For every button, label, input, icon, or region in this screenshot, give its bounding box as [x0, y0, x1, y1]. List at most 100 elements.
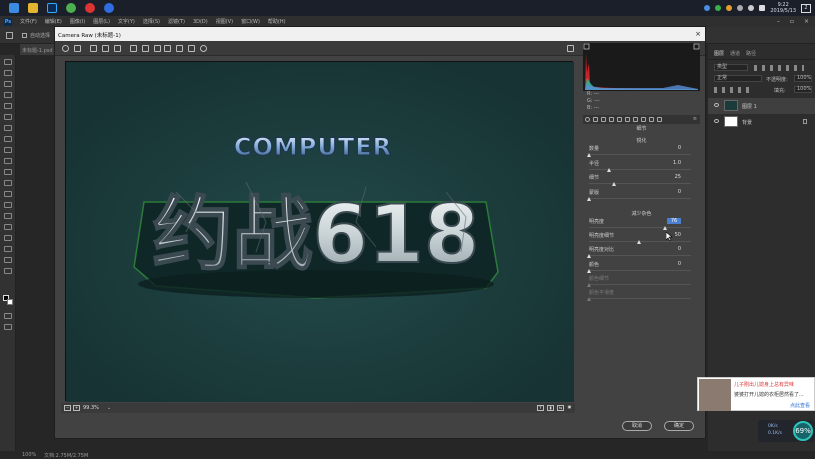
tab-paths[interactable]: 路径: [746, 50, 756, 59]
ime-icon[interactable]: [759, 5, 766, 11]
menu-help[interactable]: 帮助(H): [268, 18, 286, 25]
noise-slider-thumb[interactable]: [663, 226, 667, 230]
netease-music-icon[interactable]: [85, 3, 95, 13]
tray-wechat-icon[interactable]: [715, 5, 722, 11]
eyedropper-tool-icon[interactable]: [4, 114, 12, 120]
tab-layers[interactable]: 图层: [714, 50, 724, 59]
chrome-icon[interactable]: [66, 3, 76, 13]
red-eye-tool-icon[interactable]: [164, 45, 171, 52]
zoom-level[interactable]: 99.3%: [83, 405, 99, 411]
more-tools-icon[interactable]: [4, 281, 12, 287]
quick-select-tool-icon[interactable]: [4, 92, 12, 98]
gradient-tool-icon[interactable]: [4, 180, 12, 186]
noise-slider-thumb[interactable]: [637, 240, 641, 245]
sharpen-slider-thumb[interactable]: [587, 153, 591, 157]
file-explorer-icon[interactable]: [28, 3, 38, 13]
blend-mode-select[interactable]: 正常: [714, 75, 762, 82]
tab-lens-icon[interactable]: [625, 117, 630, 122]
zoom-tool-icon[interactable]: [4, 268, 12, 274]
tab-channels[interactable]: 通道: [730, 50, 740, 59]
straighten-tool-icon[interactable]: [142, 45, 149, 52]
lasso-tool-icon[interactable]: [4, 81, 12, 87]
hand-tool-icon[interactable]: [74, 45, 81, 52]
sharpen-slider-track[interactable]: [589, 168, 691, 170]
noise-slider-value[interactable]: 0: [667, 261, 681, 267]
open-preferences-icon[interactable]: [567, 45, 574, 52]
shadow-clipping-icon[interactable]: [583, 43, 590, 50]
cancel-button[interactable]: 取消: [622, 421, 652, 431]
news-notification[interactable]: 儿子刚出儿媳身上总有异味 婆婆打开儿媳的衣柜居然看了... 点此查看: [697, 377, 815, 411]
menu-edit[interactable]: 编辑(E): [45, 18, 62, 25]
history-brush-tool-icon[interactable]: [4, 158, 12, 164]
dodge-tool-icon[interactable]: [4, 202, 12, 208]
tab-split-toning-icon[interactable]: [617, 117, 622, 122]
ok-button[interactable]: 确定: [664, 421, 694, 431]
opacity-field[interactable]: 100%: [794, 75, 812, 82]
swap-settings-icon[interactable]: ⇆: [557, 405, 564, 411]
marquee-tool-icon[interactable]: [4, 70, 12, 76]
network-icon[interactable]: [737, 5, 744, 11]
auto-select-checkbox[interactable]: [22, 33, 27, 38]
visibility-eye-icon[interactable]: [714, 103, 719, 107]
sharpen-slider-track[interactable]: [589, 183, 691, 184]
toggle-settings-icon[interactable]: ▣: [566, 405, 573, 411]
noise-slider-thumb[interactable]: [587, 254, 591, 259]
pen-tool-icon[interactable]: [4, 213, 12, 219]
highlight-clipping-icon[interactable]: [693, 43, 700, 50]
sharpen-slider-thumb[interactable]: [607, 167, 611, 172]
tab-basic-icon[interactable]: [585, 117, 590, 122]
healing-tool-icon[interactable]: [4, 125, 12, 131]
targeted-adjust-tool-icon[interactable]: [114, 45, 121, 52]
zoom-tool-icon[interactable]: [62, 45, 69, 52]
menu-file[interactable]: 文件(F): [20, 18, 37, 25]
color-sampler-tool-icon[interactable]: [102, 45, 109, 52]
graduated-filter-icon[interactable]: [188, 45, 195, 52]
tab-fx-icon[interactable]: [633, 117, 638, 122]
sharpen-slider-thumb[interactable]: [612, 182, 616, 186]
spot-removal-tool-icon[interactable]: [154, 45, 161, 52]
screen-mode-icon[interactable]: [4, 324, 12, 330]
menu-view[interactable]: 视图(V): [216, 18, 233, 25]
tray-app-icon[interactable]: [704, 5, 711, 11]
sharpen-slider-value[interactable]: 1.0: [667, 160, 681, 166]
view-y-icon[interactable]: Y: [537, 405, 544, 411]
tab-presets-icon[interactable]: [649, 117, 654, 122]
hand-tool-icon[interactable]: [4, 257, 12, 263]
zoom-in-icon[interactable]: +: [73, 405, 80, 411]
eraser-tool-icon[interactable]: [4, 169, 12, 175]
blur-tool-icon[interactable]: [4, 191, 12, 197]
crop-tool-icon[interactable]: [130, 45, 137, 52]
type-tool-icon[interactable]: [4, 224, 12, 230]
move-tool-preset-icon[interactable]: [6, 32, 13, 39]
noise-slider-track[interactable]: [589, 269, 691, 271]
brush-tool-icon[interactable]: [4, 136, 12, 142]
noise-slider-thumb[interactable]: [587, 268, 591, 273]
background-color-swatch[interactable]: [7, 299, 13, 305]
menu-select[interactable]: 选择(S): [143, 18, 160, 25]
layer-row-background[interactable]: 背景: [708, 114, 815, 130]
sharpen-slider-value[interactable]: 0: [667, 145, 681, 151]
image-preview[interactable]: COMPUTER 约战618: [65, 61, 574, 402]
path-select-tool-icon[interactable]: [4, 235, 12, 241]
noise-slider-track[interactable]: [589, 227, 691, 228]
move-tool-icon[interactable]: [4, 59, 12, 65]
fill-field[interactable]: 100%: [794, 86, 812, 93]
tray-app2-icon[interactable]: [726, 5, 733, 11]
lock-icons[interactable]: [714, 87, 754, 93]
tab-hsl-icon[interactable]: [609, 117, 614, 122]
net-speed-widget[interactable]: 0K/s 0.1K/s 69%: [758, 420, 815, 442]
layer-kind-select[interactable]: 类型: [714, 64, 748, 71]
notification-headline[interactable]: 儿子刚出儿媳身上总有异味: [734, 381, 794, 388]
browser-icon[interactable]: [104, 3, 114, 13]
sharpen-slider-track[interactable]: [589, 197, 691, 199]
view-compare-icon[interactable]: ▮: [547, 405, 554, 411]
shape-tool-icon[interactable]: [4, 246, 12, 252]
menu-type[interactable]: 文字(Y): [118, 18, 135, 25]
quick-mask-icon[interactable]: [4, 313, 12, 319]
menu-window[interactable]: 窗口(W): [241, 18, 260, 25]
panel-menu-icon[interactable]: ≡: [693, 116, 697, 122]
volume-icon[interactable]: [748, 5, 755, 11]
maximize-icon[interactable]: ▫: [790, 18, 794, 25]
menu-layer[interactable]: 图层(L): [93, 18, 110, 25]
zoom-out-icon[interactable]: −: [64, 405, 71, 411]
